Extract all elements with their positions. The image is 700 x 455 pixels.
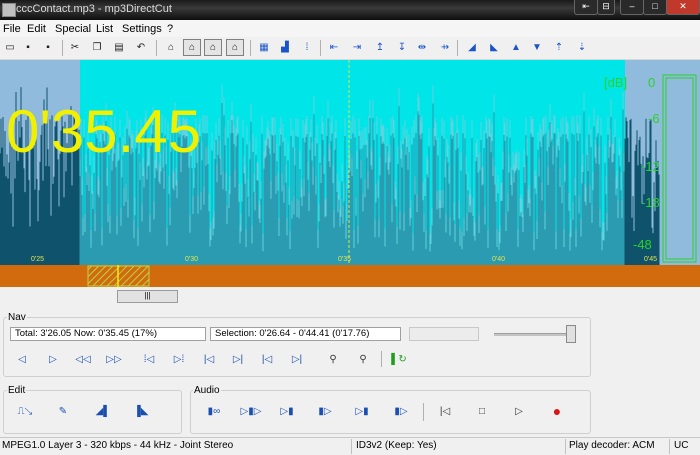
tick-label: 0'40 bbox=[492, 256, 505, 263]
audio-label: Audio bbox=[193, 385, 221, 396]
db-label-12: -12 bbox=[641, 159, 660, 174]
volume-down-icon[interactable]: ▼ bbox=[528, 39, 546, 56]
status-format: MPEG1.0 Layer 3 - 320 kbps - 44 kHz - Jo… bbox=[2, 440, 234, 451]
db-unit-label: [dB] bbox=[604, 75, 627, 90]
status-id3: ID3v2 (Keep: Yes) bbox=[356, 440, 437, 451]
go-sel-end-icon[interactable]: ▷⁞ bbox=[168, 349, 190, 369]
restore-down-icon[interactable]: ⊟ bbox=[597, 0, 615, 15]
selection-field: Selection: 0'26.64 - 0'44.41 (0'17.76) bbox=[210, 327, 401, 341]
menu-settings[interactable]: Settings bbox=[122, 23, 162, 35]
forward-icon[interactable]: ▷▷ bbox=[103, 349, 125, 369]
db-label-18: -18 bbox=[641, 195, 660, 210]
copy-icon[interactable]: ❐ bbox=[88, 39, 106, 56]
go-end-icon[interactable]: ▷| bbox=[227, 349, 249, 369]
zoom-out-icon[interactable]: ⚲ bbox=[352, 349, 374, 369]
paste-icon[interactable]: ▤ bbox=[110, 39, 128, 56]
minimize-button[interactable]: – bbox=[620, 0, 644, 15]
zoom-slider[interactable] bbox=[494, 333, 574, 336]
window-title: cccContact.mp3 - mp3DirectCut bbox=[16, 3, 172, 15]
rewind-icon[interactable]: ◁◁ bbox=[72, 349, 94, 369]
maximize-button[interactable]: □ bbox=[643, 0, 667, 15]
db-label-6: -6 bbox=[648, 111, 660, 126]
go-sel-begin-icon[interactable]: ⁞◁ bbox=[138, 349, 160, 369]
play-icon[interactable]: ▷ bbox=[508, 401, 530, 421]
menu-edit[interactable]: Edit bbox=[27, 23, 46, 35]
edit-label: Edit bbox=[7, 385, 27, 396]
nav-label: Nav bbox=[7, 312, 27, 323]
play-to-marker-icon[interactable]: ▷▮ bbox=[276, 401, 298, 421]
save-selection-icon[interactable]: ▪ bbox=[39, 39, 57, 56]
play-from-marker-icon[interactable]: ▮▷ bbox=[314, 401, 336, 421]
menu-help[interactable]: ? bbox=[167, 23, 173, 35]
horizontal-scrollbar[interactable]: ||| bbox=[0, 289, 700, 303]
tick-label: 0'30 bbox=[185, 256, 198, 263]
normalize-icon[interactable]: ⇡ bbox=[550, 39, 568, 56]
position-field: Total: 3'26.05 Now: 0'35.45 (17%) bbox=[10, 327, 206, 341]
prev-cue-icon[interactable]: |◁ bbox=[256, 349, 278, 369]
fade-out-icon[interactable]: ◣ bbox=[485, 39, 503, 56]
bar-view-icon[interactable]: ⁞ bbox=[298, 39, 316, 56]
pin-button[interactable]: ⇤ bbox=[574, 0, 598, 15]
go-end-icon[interactable]: ↧ bbox=[393, 39, 411, 56]
play-selection-icon[interactable]: ▷▮▷ bbox=[236, 401, 266, 421]
close-button[interactable]: ✕ bbox=[666, 0, 700, 15]
edit-split-icon[interactable]: ⎍↘ bbox=[14, 401, 36, 421]
set-begin-icon[interactable]: ⇤ bbox=[325, 39, 343, 56]
zoom-slider-thumb[interactable] bbox=[566, 325, 576, 343]
follow-mode-icon[interactable]: ⌂ bbox=[226, 39, 244, 56]
db-label-48: -48 bbox=[633, 237, 652, 252]
spectrum-view-icon[interactable]: ▟ bbox=[276, 39, 294, 56]
cut-icon[interactable]: ✂ bbox=[66, 39, 84, 56]
zoom-in-icon[interactable]: ⚲ bbox=[322, 349, 344, 369]
edit-fade-in-icon[interactable]: ◢▌ bbox=[92, 401, 114, 421]
zoom-mode-icon[interactable]: ⌂ bbox=[204, 39, 222, 56]
edit-fade-out-icon[interactable]: ▐◣ bbox=[130, 401, 152, 421]
tick-label: 0'35 bbox=[338, 256, 351, 263]
cue-icon[interactable]: ⌂ bbox=[162, 39, 180, 56]
pause-detect-icon[interactable]: ⇣ bbox=[573, 39, 591, 56]
volume-up-icon[interactable]: ▲ bbox=[507, 39, 525, 56]
menu-list[interactable]: List bbox=[96, 23, 113, 35]
open-file-icon[interactable]: ▭ bbox=[1, 39, 19, 56]
stop-icon[interactable]: □ bbox=[471, 401, 493, 421]
db-label-0: 0 bbox=[648, 75, 655, 90]
fade-in-icon[interactable]: ◢ bbox=[463, 39, 481, 56]
record-icon[interactable]: ● bbox=[546, 401, 568, 421]
title-bar: cccContact.mp3 - mp3DirectCut ⇤ ⊟ – □ ✕ bbox=[0, 0, 700, 20]
split-icon[interactable]: ⇹ bbox=[413, 39, 431, 56]
waveform-canvas: 0'35.45 [dB] 0 -6 -12 -18 -48 0'25 0'30 … bbox=[0, 60, 700, 265]
go-begin-icon[interactable]: ↥ bbox=[371, 39, 389, 56]
time-display: 0'35.45 bbox=[6, 98, 201, 165]
timeline-overview[interactable] bbox=[0, 265, 700, 287]
level-view-icon[interactable]: ▦ bbox=[255, 39, 273, 56]
save-icon[interactable]: ▪ bbox=[19, 39, 37, 56]
skip-back-icon[interactable]: |◁ bbox=[434, 401, 456, 421]
go-start-icon[interactable]: |◁ bbox=[198, 349, 220, 369]
waveform-view[interactable]: 0'35.45 [dB] 0 -6 -12 -18 -48 0'25 0'30 … bbox=[0, 60, 700, 265]
menu-file[interactable]: File bbox=[3, 23, 21, 35]
menu-special[interactable]: Special bbox=[55, 23, 91, 35]
tick-label: 0'45 bbox=[644, 256, 657, 263]
marker-icon[interactable]: ⇸ bbox=[436, 39, 454, 56]
app-icon bbox=[2, 3, 16, 17]
play-loop-icon[interactable]: ▮∞ bbox=[200, 401, 228, 421]
status-decoder: Play decoder: ACM bbox=[569, 440, 655, 451]
set-end-icon[interactable]: ⇥ bbox=[348, 39, 366, 56]
overview-icon[interactable]: ⌂ bbox=[183, 39, 201, 56]
loop-icon[interactable]: ▌↻ bbox=[388, 349, 410, 369]
next-cue-icon[interactable]: ▷| bbox=[286, 349, 308, 369]
status-mode: UC bbox=[674, 440, 689, 451]
menu-bar: File Edit Special List Settings ? bbox=[0, 20, 700, 37]
tick-label: 0'25 bbox=[31, 256, 44, 263]
undo-icon[interactable]: ↶ bbox=[132, 39, 150, 56]
toolbar: ▭ ▪ ▪ ✂ ❐ ▤ ↶ ⌂ ⌂ ⌂ ⌂ ▦ ▟ ⁞ ⇤ ⇥ ↥ ↧ ⇹ ⇸ … bbox=[0, 37, 700, 60]
prev-frame-icon[interactable]: ◁ bbox=[11, 349, 33, 369]
edit-pen-icon[interactable]: ✎ bbox=[52, 401, 74, 421]
next-frame-icon[interactable]: ▷ bbox=[42, 349, 64, 369]
play-after-icon[interactable]: ▮▷ bbox=[390, 401, 412, 421]
play-around-icon[interactable]: ▷▮ bbox=[351, 401, 373, 421]
scrollbar-thumb[interactable]: ||| bbox=[117, 290, 178, 303]
progress-box bbox=[409, 327, 479, 341]
